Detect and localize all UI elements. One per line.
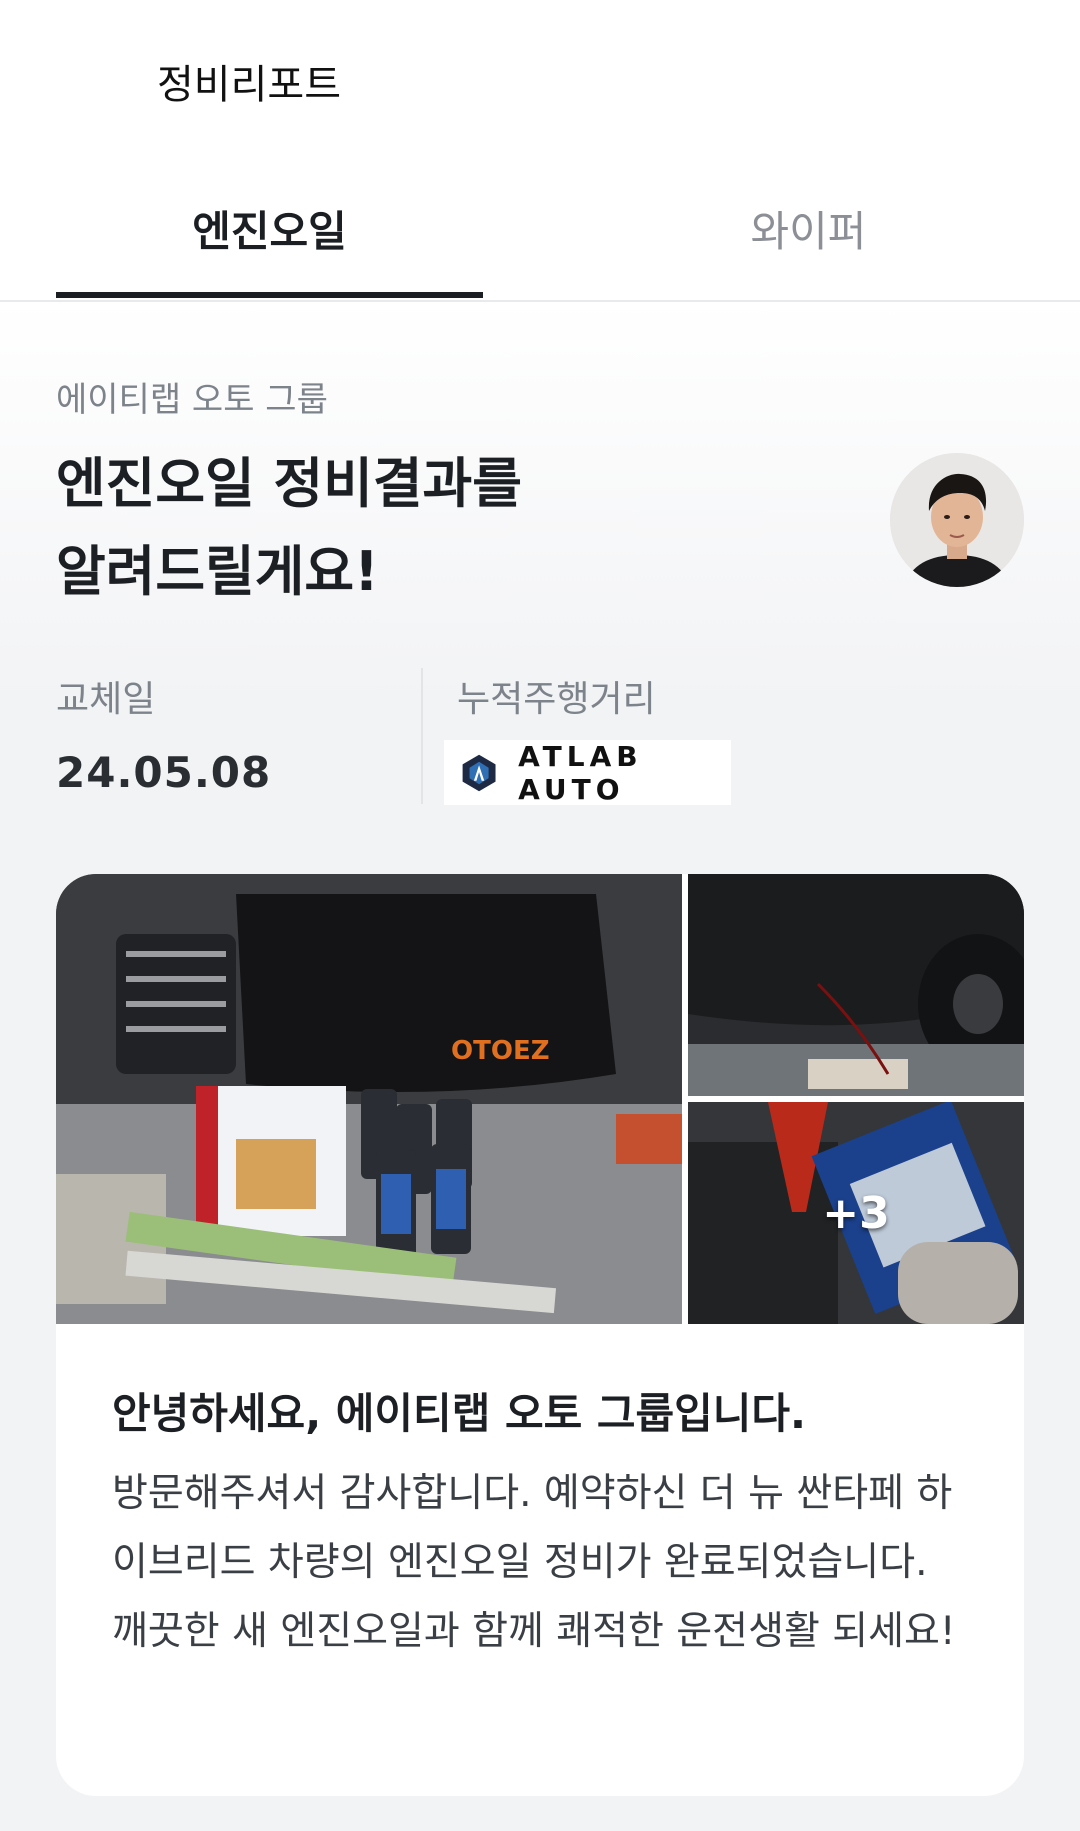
info-divider xyxy=(421,668,423,804)
more-photos-count: +3 xyxy=(822,1187,890,1239)
tab-bar: 엔진오일 와이퍼 xyxy=(0,150,1080,302)
mileage-label: 누적주행거리 xyxy=(457,679,656,720)
photo-main-engine-parts[interactable]: OTOEZ xyxy=(56,874,682,1324)
page-title: 정비리포트 xyxy=(157,62,341,108)
report-headline: 엔진오일 정비결과를 알려드릴게요! xyxy=(56,440,756,616)
headline-line-1: 엔진오일 정비결과를 xyxy=(56,452,522,515)
photo-undercar[interactable] xyxy=(688,874,1024,1096)
tab-wiper[interactable]: 와이퍼 xyxy=(595,198,1022,259)
brand-logo-badge: ATLAB AUTO xyxy=(444,739,731,806)
brand-logo-text: ATLAB AUTO xyxy=(518,739,643,806)
more-photos-overlay[interactable]: +3 xyxy=(688,1102,1024,1324)
shop-name: 에이티랩 오토 그룹 xyxy=(56,380,328,420)
message-title: 안녕하세요, 에이티랩 오토 그룹입니다. xyxy=(112,1389,807,1438)
atlab-logo-icon xyxy=(462,754,496,791)
active-tab-indicator xyxy=(56,292,483,298)
top-bar: 정비리포트 xyxy=(0,0,1080,150)
tab-engine-oil[interactable]: 엔진오일 xyxy=(56,198,483,259)
replacement-date-value: 24.05.08 xyxy=(56,748,272,797)
report-card: OTOEZ +3 안녕하세요, 에이티랩 오토 그룹입니다. 방문해주셔서 감사… xyxy=(56,874,1024,1796)
mechanic-avatar xyxy=(890,453,1024,587)
headline-line-2: 알려드릴게요! xyxy=(56,540,379,603)
message-body: 방문해주셔서 감사합니다. 예약하신 더 뉴 싼타페 하이브리드 차량의 엔진오… xyxy=(112,1471,956,1654)
avatar-image xyxy=(890,453,1024,587)
replacement-date-label: 교체일 xyxy=(56,679,156,720)
svg-text:OTOEZ: OTOEZ xyxy=(451,1036,550,1066)
